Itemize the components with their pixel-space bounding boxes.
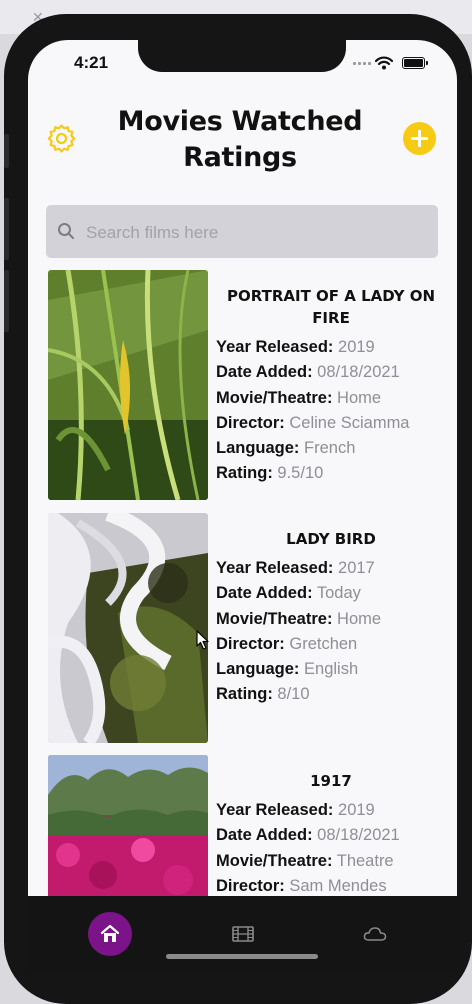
director-label: Director:	[216, 634, 285, 653]
date-added-row: Date Added: Today	[216, 581, 446, 606]
cursor-icon	[196, 630, 209, 650]
wifi-icon	[375, 56, 393, 70]
film-title: PORTRAIT OF A LADY ON FIRE	[226, 287, 435, 327]
year-row: Year Released: 2017	[216, 556, 446, 581]
date-added-row: Date Added: 08/18/2021	[216, 360, 446, 385]
rating-row: Rating: 8/10	[216, 682, 446, 707]
date-added-label: Date Added:	[216, 826, 313, 845]
director-value: Celine Sciamma	[289, 413, 410, 432]
film-icon[interactable]	[232, 926, 254, 942]
language-label: Language:	[216, 660, 300, 679]
film-info: PORTRAIT OF A LADY ON FIRE Year Released…	[216, 270, 446, 487]
venue-value: Home	[337, 609, 382, 628]
film-card[interactable]: 1917 Year Released: 2019 Date Added: 08/…	[48, 755, 448, 896]
year-value: 2019	[338, 338, 375, 356]
cloud-icon[interactable]	[363, 926, 387, 942]
status-time: 4:21	[74, 53, 109, 72]
language-value: English	[304, 660, 359, 679]
year-label: Year Released:	[216, 801, 334, 819]
app-screen: 4:21 Movies Watched Ratings Search films…	[28, 40, 457, 896]
director-row: Director: Sam Mendes	[216, 874, 446, 896]
search-icon	[58, 223, 74, 239]
date-added-value: 08/18/2021	[317, 363, 400, 382]
venue-row: Movie/Theatre: Theatre	[216, 849, 446, 874]
year-label: Year Released:	[216, 338, 334, 356]
date-added-value: Today	[316, 584, 361, 603]
director-value: Sam Mendes	[289, 876, 387, 895]
side-button	[4, 134, 9, 168]
search-bar[interactable]	[46, 205, 438, 260]
film-info: LADY BIRD Year Released: 2017 Date Added…	[216, 513, 446, 708]
venue-row: Movie/Theatre: Home	[216, 607, 446, 632]
language-row: Language: French	[216, 436, 446, 461]
film-card[interactable]: PORTRAIT OF A LADY ON FIRE Year Released…	[48, 270, 448, 502]
date-added-label: Date Added:	[216, 584, 313, 603]
director-row: Director: Celine Sciamma	[216, 411, 446, 436]
search-input[interactable]	[84, 205, 428, 260]
side-button	[4, 198, 9, 260]
director-label: Director:	[216, 876, 285, 895]
home-icon	[100, 924, 120, 942]
side-button	[4, 270, 9, 332]
battery-icon	[402, 57, 428, 69]
gear-icon[interactable]	[45, 122, 78, 155]
home-indicator	[166, 954, 318, 959]
venue-label: Movie/Theatre:	[216, 388, 333, 407]
language-label: Language:	[216, 439, 300, 458]
film-info: 1917 Year Released: 2019 Date Added: 08/…	[216, 755, 446, 896]
director-row: Director: Gretchen	[216, 632, 446, 657]
film-title: 1917	[310, 772, 352, 790]
venue-value: Theatre	[336, 851, 394, 870]
year-row: Year Released: 2019	[216, 335, 446, 360]
year-value: 2019	[338, 801, 375, 819]
film-poster	[48, 755, 208, 896]
director-label: Director:	[216, 413, 285, 432]
film-title: LADY BIRD	[286, 530, 376, 548]
year-label: Year Released:	[216, 559, 334, 577]
rating-row: Rating: 9.5/10	[216, 461, 446, 486]
rating-value: 9.5/10	[277, 464, 324, 483]
year-row: Year Released: 2019	[216, 798, 446, 823]
rating-label: Rating:	[216, 685, 273, 704]
film-poster	[48, 513, 208, 743]
date-added-row: Date Added: 08/18/2021	[216, 823, 446, 848]
date-added-value: 08/18/2021	[317, 826, 400, 845]
page-title: Movies Watched Ratings	[117, 106, 363, 173]
venue-row: Movie/Theatre: Home	[216, 386, 446, 411]
venue-value: Home	[337, 388, 382, 407]
rating-label: Rating:	[216, 464, 273, 483]
signal-icon	[353, 62, 373, 66]
language-row: Language: English	[216, 657, 446, 682]
year-value: 2017	[338, 559, 375, 577]
venue-label: Movie/Theatre:	[216, 851, 333, 870]
director-value: Gretchen	[289, 634, 358, 653]
venue-label: Movie/Theatre:	[216, 609, 333, 628]
home-tab[interactable]	[88, 912, 132, 956]
film-poster	[48, 270, 208, 500]
tab-bar	[28, 896, 457, 972]
notch	[138, 40, 346, 72]
add-film-button[interactable]	[403, 122, 436, 155]
language-value: French	[304, 439, 356, 458]
rating-value: 8/10	[277, 685, 310, 704]
date-added-label: Date Added:	[216, 363, 313, 382]
film-card[interactable]: LADY BIRD Year Released: 2017 Date Added…	[48, 513, 448, 745]
